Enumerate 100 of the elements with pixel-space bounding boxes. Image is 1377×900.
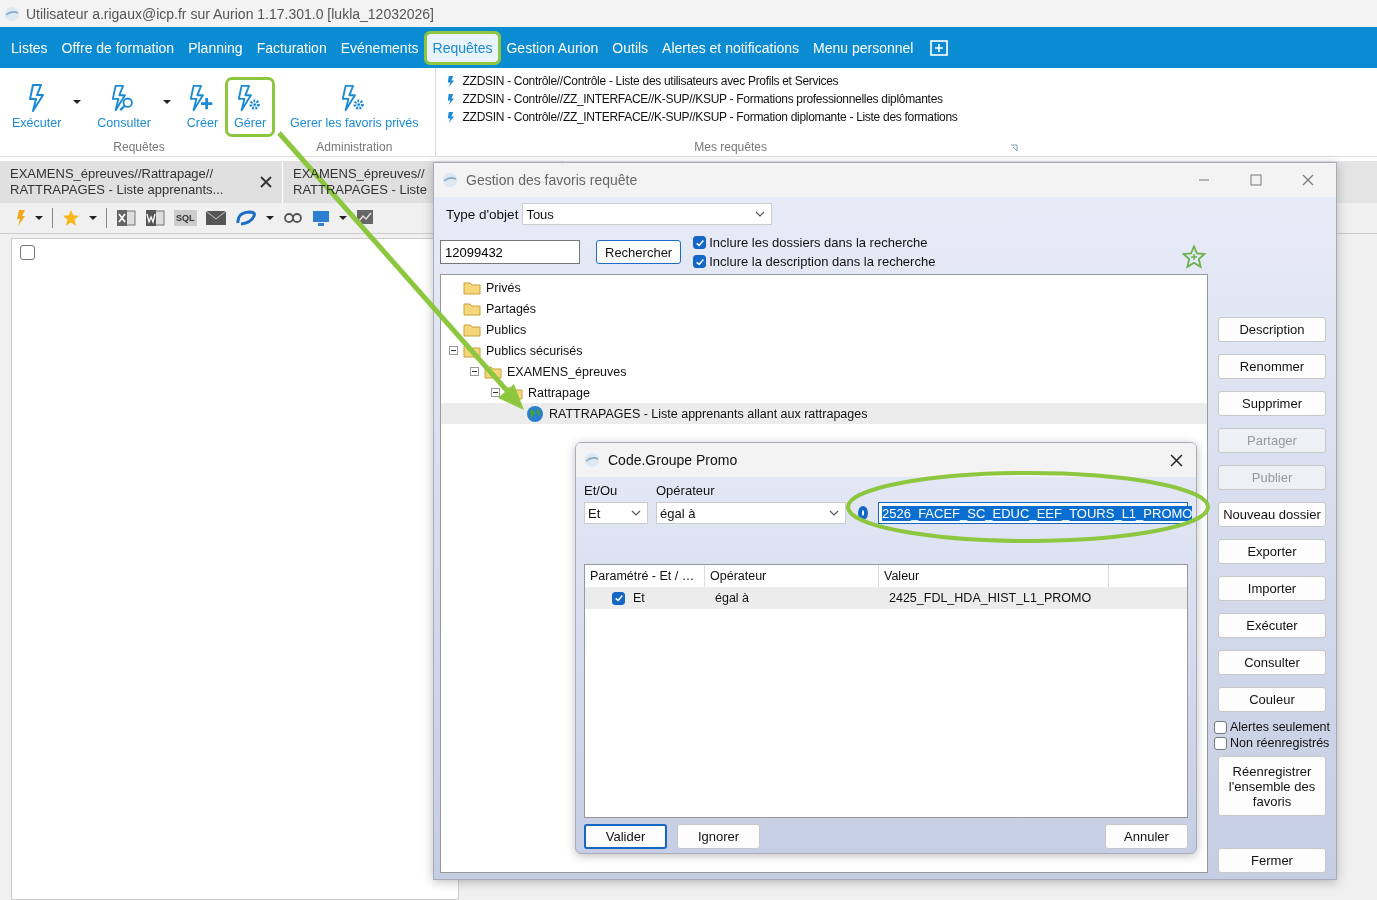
monitor-icon[interactable] — [311, 209, 330, 227]
ribbon-button[interactable]: Exécuter — [6, 80, 68, 134]
dropdown-arrow-icon[interactable] — [35, 216, 43, 220]
globe-icon — [526, 404, 544, 423]
favorite-star-icon[interactable] — [1182, 245, 1206, 269]
action-button[interactable]: Exécuter — [1218, 613, 1326, 638]
tree-item[interactable]: Privés — [441, 277, 1207, 298]
folder-icon — [484, 364, 502, 379]
dropdown-arrow-icon[interactable] — [338, 216, 347, 220]
collapse-icon[interactable] — [449, 346, 458, 355]
operator-dropdown[interactable]: égal à — [656, 502, 846, 524]
ribbon-button[interactable]: Consulter — [91, 80, 157, 134]
dialog-button[interactable]: Annuler — [1105, 824, 1188, 849]
group-label: Requêtes — [113, 140, 165, 154]
menu-item[interactable]: Planning — [182, 33, 249, 62]
collapse-icon[interactable] — [470, 367, 479, 376]
ribbon-button[interactable]: Gerer les favoris privés — [284, 80, 425, 134]
caret-icon — [829, 510, 839, 516]
action-button[interactable]: Couleur — [1218, 687, 1326, 712]
bolt-icon — [445, 74, 455, 88]
maximize-icon[interactable] — [1250, 174, 1262, 186]
star-icon[interactable] — [62, 209, 80, 227]
add-tab-icon[interactable] — [929, 37, 950, 58]
folder-icon — [463, 343, 481, 358]
checkbox[interactable] — [693, 255, 707, 268]
action-button[interactable]: Supprimer — [1218, 391, 1326, 416]
and-or-dropdown[interactable]: Et — [584, 502, 648, 524]
dropdown-arrow-icon[interactable] — [89, 216, 97, 220]
checkbox[interactable] — [1214, 720, 1227, 734]
radio-button[interactable] — [858, 506, 868, 520]
document-icon[interactable] — [145, 209, 165, 227]
app-logo-icon — [4, 5, 20, 22]
collapse-icon[interactable] — [491, 388, 500, 397]
action-button[interactable]: Nouveau dossier — [1218, 502, 1326, 527]
dropdown-arrow-icon[interactable] — [162, 100, 171, 104]
search-button[interactable]: Rechercher — [596, 240, 682, 264]
ribbon-button[interactable]: Créer — [180, 80, 225, 134]
caret-icon — [631, 510, 641, 516]
dialog-title: Code.Groupe Promo — [608, 452, 738, 468]
action-button[interactable]: Description — [1218, 317, 1326, 342]
close-icon[interactable] — [1170, 453, 1183, 467]
checkbox[interactable] — [693, 236, 707, 249]
close-icon[interactable] — [260, 176, 272, 188]
ribbon-button[interactable]: Gérer — [228, 80, 273, 134]
spreadsheet-icon[interactable] — [116, 209, 136, 227]
row-checkbox[interactable] — [612, 591, 625, 605]
mail-icon[interactable] — [205, 211, 226, 225]
table-cell-text: 2425_FDL_HDA_HIST_L1_PROMO — [888, 591, 1093, 605]
folder-icon — [463, 301, 481, 316]
tree-item[interactable]: Publics — [441, 319, 1207, 340]
menu-item[interactable]: Gestion Aurion — [500, 33, 605, 62]
tree-item[interactable]: RATTRAPAGES - Liste apprenants allant aux rattrapages — [441, 403, 1207, 424]
link-icon[interactable] — [282, 213, 303, 223]
dialog-button[interactable]: Ignorer — [677, 824, 760, 849]
tree-item[interactable]: EXAMENS_épreuves — [441, 361, 1207, 382]
menu-item[interactable]: Facturation — [250, 33, 333, 62]
checkbox[interactable] — [1214, 736, 1227, 750]
search-field[interactable]: 12099432 — [440, 240, 580, 264]
menu-item[interactable]: Alertes et notifications — [656, 33, 806, 62]
checkbox-label: Inclure la description dans la recherche — [709, 254, 936, 269]
query-link[interactable]: ZZDSIN - Contrôle//ZZ_INTERFACE//K-SUP//KSUP - Formation diplomante - Liste des formations — [462, 110, 958, 124]
sql-button[interactable]: SQL — [174, 210, 197, 226]
object-type-dropdown[interactable]: Tous — [522, 203, 773, 225]
checkbox-label: Non réenregistrés — [1230, 736, 1330, 750]
dialog-button[interactable]: Valider — [584, 824, 667, 849]
table-cell-text: égal à — [714, 591, 751, 605]
close-button[interactable]: Fermer — [1218, 848, 1326, 873]
bolt-icon — [445, 110, 455, 124]
field-label: Opérateur — [656, 483, 716, 498]
action-button[interactable]: Exporter — [1218, 539, 1326, 564]
folder-icon — [463, 280, 481, 295]
group-label: Administration — [316, 140, 393, 154]
menu-item[interactable]: Listes — [5, 33, 54, 62]
menu-item[interactable]: Evénements — [334, 33, 425, 62]
menu-item[interactable]: Menu personnel — [807, 33, 920, 62]
group-label: Mes requêtes — [694, 140, 767, 154]
table-cell: Et — [633, 591, 645, 605]
swirl-icon[interactable] — [234, 210, 257, 226]
action-button[interactable]: Importer — [1218, 576, 1326, 601]
dropdown-arrow-icon[interactable] — [265, 216, 274, 220]
tree-item[interactable]: Publics sécurisés — [441, 340, 1207, 361]
app-logo-icon — [584, 452, 600, 468]
bolt-icon — [445, 92, 455, 106]
tree-item[interactable]: Partagés — [441, 298, 1207, 319]
query-link[interactable]: ZZDSIN - Contrôle//Contrôle - Liste des utilisateurs avec Profils et Services — [462, 74, 839, 88]
checkbox-label: Inclure les dossiers dans la recherche — [709, 235, 928, 250]
action-button[interactable]: Consulter — [1218, 650, 1326, 675]
document-tab[interactable]: EXAMENS_épreuves//Rattrapage// RATTRAPAGES - Liste apprenants... — [0, 161, 283, 203]
checkbox-label: Alertes seulement — [1230, 720, 1331, 734]
menu-item[interactable]: Offre de formation — [55, 33, 181, 62]
bolt-icon — [29, 84, 45, 112]
expand-icon[interactable] — [1009, 144, 1018, 152]
caret-icon — [755, 211, 766, 217]
query-link[interactable]: ZZDSIN - Contrôle//ZZ_INTERFACE//K-SUP//KSUP - Formations professionnelles diplômantes — [462, 92, 943, 106]
resave-button[interactable]: Réenregistrer l'ensemble des favoris — [1218, 756, 1326, 816]
select-all-checkbox[interactable] — [20, 245, 35, 260]
dropdown-arrow-icon[interactable] — [73, 100, 82, 104]
menu-item[interactable]: Outils — [606, 33, 655, 62]
app-logo-icon — [442, 172, 458, 188]
action-button[interactable]: Renommer — [1218, 354, 1326, 379]
